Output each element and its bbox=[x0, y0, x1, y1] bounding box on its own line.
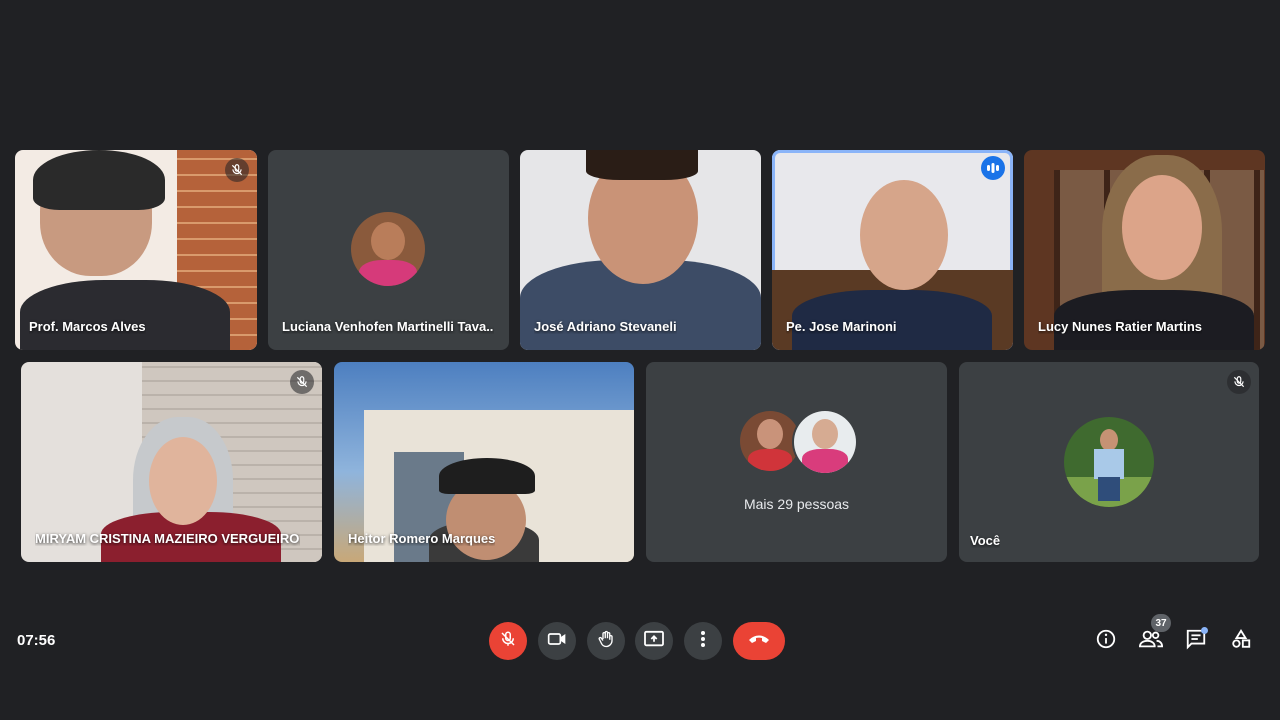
participant-name: MIRYAM CRISTINA MAZIEIRO VERGUEIRO... bbox=[35, 531, 300, 546]
person-face bbox=[149, 437, 217, 525]
more-options-icon bbox=[700, 630, 706, 653]
mic-off-icon bbox=[1227, 370, 1251, 394]
self-view-tile[interactable]: Você bbox=[959, 362, 1259, 562]
participant-count-badge: 37 bbox=[1151, 614, 1171, 632]
participant-name: José Adriano Stevaneli bbox=[534, 319, 677, 334]
more-options-button[interactable] bbox=[684, 622, 722, 660]
more-participants-tile[interactable]: Mais 29 pessoas bbox=[646, 362, 947, 562]
cap bbox=[439, 458, 535, 494]
beanie bbox=[33, 150, 165, 210]
participant-tile-miryam[interactable]: MIRYAM CRISTINA MAZIEIRO VERGUEIRO... bbox=[21, 362, 322, 562]
participant-tile-lucy[interactable]: Lucy Nunes Ratier Martins bbox=[1024, 150, 1265, 350]
camera-toggle-button[interactable] bbox=[538, 622, 576, 660]
chat-unread-dot bbox=[1201, 627, 1208, 634]
avatar bbox=[351, 212, 425, 286]
person-face bbox=[1122, 175, 1202, 280]
end-call-icon bbox=[747, 632, 771, 650]
mic-off-icon bbox=[290, 370, 314, 394]
participant-name: Heitor Romero Marques bbox=[348, 531, 496, 546]
raise-hand-button[interactable] bbox=[587, 622, 625, 660]
activities-button[interactable] bbox=[1228, 628, 1254, 654]
activities-icon bbox=[1230, 628, 1252, 655]
hair bbox=[586, 150, 698, 180]
more-participants-label: Mais 29 pessoas bbox=[743, 496, 850, 512]
raise-hand-icon bbox=[597, 629, 615, 654]
participant-name: Você bbox=[970, 533, 1001, 548]
people-icon bbox=[1138, 629, 1164, 654]
present-screen-button[interactable] bbox=[635, 622, 673, 660]
participant-tile-jose-marinoni[interactable]: Pe. Jose Marinoni bbox=[772, 150, 1013, 350]
person-face bbox=[860, 180, 948, 290]
mic-off-icon bbox=[225, 158, 249, 182]
participant-name: Lucy Nunes Ratier Martins bbox=[1038, 319, 1202, 334]
participant-tile-jose-adriano[interactable]: José Adriano Stevaneli bbox=[520, 150, 761, 350]
speaking-indicator-icon bbox=[981, 156, 1005, 180]
end-call-button[interactable] bbox=[733, 622, 785, 660]
meeting-info-button[interactable] bbox=[1093, 628, 1119, 654]
person-figure bbox=[20, 280, 230, 350]
mic-off-icon bbox=[499, 630, 517, 653]
camera-icon bbox=[547, 631, 567, 652]
present-icon bbox=[643, 630, 665, 653]
info-icon bbox=[1095, 628, 1117, 655]
participant-tile-marcos[interactable]: Prof. Marcos Alves bbox=[15, 150, 257, 350]
avatar bbox=[794, 411, 856, 473]
participant-name: Prof. Marcos Alves bbox=[29, 319, 146, 334]
participant-tile-heitor[interactable]: Heitor Romero Marques bbox=[334, 362, 634, 562]
participant-name: Pe. Jose Marinoni bbox=[786, 319, 897, 334]
participant-name: Luciana Venhofen Martinelli Tava... bbox=[282, 319, 495, 334]
avatar bbox=[1064, 417, 1154, 507]
meeting-clock: 07:56 bbox=[17, 632, 56, 649]
avatar bbox=[740, 411, 800, 471]
mic-toggle-button[interactable] bbox=[489, 622, 527, 660]
participant-tile-luciana[interactable]: Luciana Venhofen Martinelli Tava... bbox=[268, 150, 509, 350]
